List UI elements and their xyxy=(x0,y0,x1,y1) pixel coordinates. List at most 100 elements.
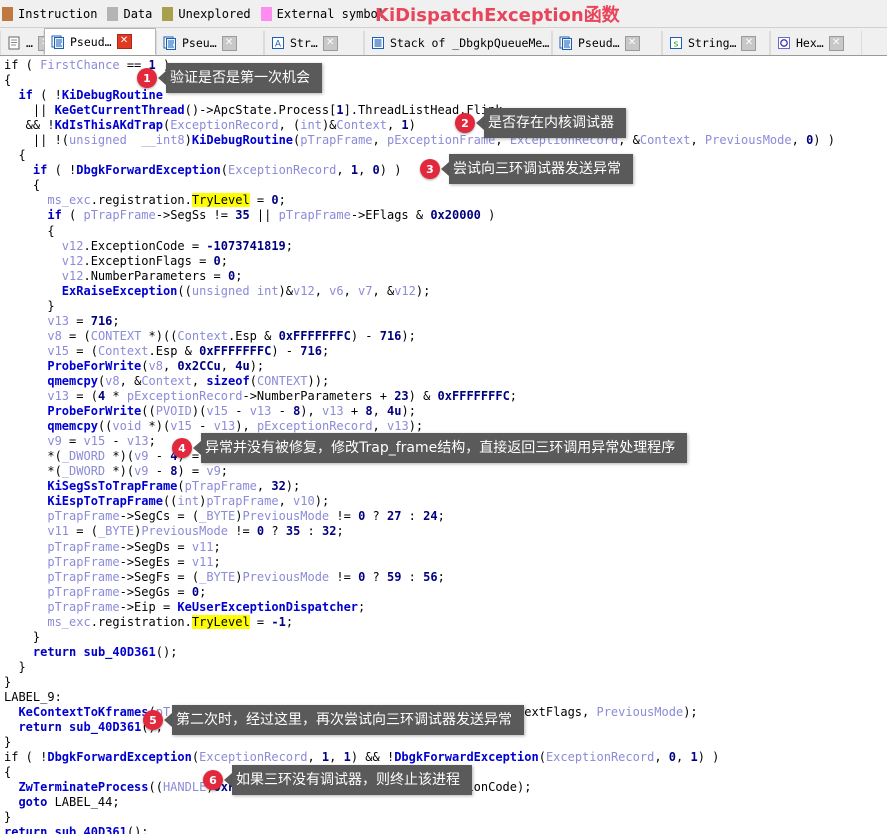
page-title: KiDispatchException函数 xyxy=(375,5,620,26)
callout-number-badge: 4 xyxy=(172,438,192,458)
callout-number-badge: 5 xyxy=(143,710,163,730)
code-line[interactable]: v13 = (4 * pExceptionRecord->NumberParam… xyxy=(0,389,887,404)
code-line[interactable]: } xyxy=(0,675,887,690)
legend-item-external-symbol: External symbol xyxy=(260,6,385,21)
tab-1[interactable]: Pseud… ✕ xyxy=(44,28,156,55)
code-line[interactable]: KiEspToTrapFrame((int)pTrapFrame, v10); xyxy=(0,494,887,509)
code-line[interactable]: v13 = 716; xyxy=(0,314,887,329)
code-line[interactable]: v15 = (Context.Esp & 0xFFFFFFFC) - 716; xyxy=(0,344,887,359)
annotation-callout-2: 2 是否存在内核调试器 xyxy=(455,108,626,138)
strings-icon: A xyxy=(271,36,285,50)
code-line[interactable]: v11 = (_BYTE)PreviousMode != 0 ? 35 : 32… xyxy=(0,524,887,539)
pseudocode-icon xyxy=(163,36,177,50)
code-line[interactable]: ProbeForWrite(v8, 0x2CCu, 4u); xyxy=(0,359,887,374)
close-icon[interactable]: ✕ xyxy=(221,35,237,51)
code-line[interactable]: qmemcpy(v8, &Context, sizeof(CONTEXT)); xyxy=(0,374,887,389)
data-color-swatch xyxy=(107,6,119,21)
code-line[interactable]: ProbeForWrite((PVOID)(v15 - v13 - 8), v1… xyxy=(0,404,887,419)
code-line[interactable]: } xyxy=(0,299,887,314)
legend-item-instruction: Instruction xyxy=(2,6,98,21)
callout-arrow-icon xyxy=(158,71,166,85)
instruction-color-swatch xyxy=(2,6,13,21)
code-line[interactable]: ms_exc.registration.TryLevel = 0; xyxy=(0,193,887,208)
tab-bar[interactable]: …✕Pseud…✕Pseu…✕AStr…✕Stack of _DbgkpQueu… xyxy=(0,28,887,56)
code-line[interactable]: pTrapFrame->SegEs = v11; xyxy=(0,555,887,570)
callout-text: 异常并没有被修复，修改Trap_frame结构，直接返回三环调用异常处理程序 xyxy=(201,433,688,463)
tab-4[interactable]: Stack of _DbgkpQueueMe…✕ xyxy=(364,31,570,55)
code-line[interactable]: *(_DWORD *)(v9 - 8) = v9; xyxy=(0,464,887,479)
svg-text:A: A xyxy=(275,40,282,50)
code-line[interactable]: || !(unsigned __int8)KiDebugRoutine(pTra… xyxy=(0,133,887,148)
code-line[interactable]: goto LABEL_44; xyxy=(0,795,887,810)
legend-item-data: Data xyxy=(107,6,153,21)
code-line[interactable]: pTrapFrame->SegDs = v11; xyxy=(0,540,887,555)
close-icon[interactable]: ✕ xyxy=(322,35,338,51)
code-line[interactable]: } xyxy=(0,630,887,645)
code-line[interactable]: { xyxy=(0,73,887,88)
code-line[interactable]: } xyxy=(0,810,887,825)
callout-number-badge: 1 xyxy=(137,68,157,88)
code-line[interactable]: qmemcpy((void *)(v15 - v13), pExceptionR… xyxy=(0,419,887,434)
code-line[interactable]: } xyxy=(0,660,887,675)
code-line[interactable]: v12.ExceptionFlags = 0; xyxy=(0,254,887,269)
tab-7[interactable]: Hex… ✕ xyxy=(770,31,862,55)
callout-number-badge: 2 xyxy=(455,113,475,133)
close-icon[interactable]: ✕ xyxy=(741,35,757,51)
pseudocode-icon xyxy=(559,36,573,50)
tab-2[interactable]: Pseu… ✕ xyxy=(156,31,264,55)
code-line[interactable]: LABEL_9: xyxy=(0,690,887,705)
code-line[interactable]: KiSegSsToTrapFrame(pTrapFrame, 32); xyxy=(0,479,887,494)
code-line[interactable]: pTrapFrame->Eip = KeUserExceptionDispatc… xyxy=(0,600,887,615)
code-line[interactable]: if ( pTrapFrame->SegSs != 35 || pTrapFra… xyxy=(0,208,887,223)
callout-text: 尝试向三环调试器发送异常 xyxy=(449,154,633,184)
callout-text: 验证是否是第一次机会 xyxy=(166,63,322,93)
annotation-callout-1: 1 验证是否是第一次机会 xyxy=(137,63,322,93)
callout-arrow-icon xyxy=(441,162,449,176)
tab-label: Pseu… xyxy=(182,36,217,50)
tab-3[interactable]: A Str… ✕ xyxy=(264,31,364,55)
code-line[interactable]: ExRaiseException((unsigned int)&v12, v6,… xyxy=(0,284,887,299)
callout-text: 如果三环没有调试器，则终止该进程 xyxy=(232,765,472,795)
string-icon: s xyxy=(669,36,683,50)
code-line[interactable]: if ( !DbgkForwardException(ExceptionReco… xyxy=(0,750,887,765)
annotation-callout-3: 3 尝试向三环调试器发送异常 xyxy=(420,154,633,184)
unexplored-color-swatch xyxy=(162,6,174,21)
callout-arrow-icon xyxy=(164,713,172,727)
code-line[interactable]: v12.ExceptionCode = -1073741819; xyxy=(0,239,887,254)
code-line[interactable]: } xyxy=(0,735,887,750)
legend-label: Data xyxy=(123,6,153,21)
stack-icon xyxy=(371,36,385,50)
tab-label: Str… xyxy=(290,36,318,50)
tab-5[interactable]: Pseud… ✕ xyxy=(552,31,662,55)
code-line[interactable]: ms_exc.registration.TryLevel = -1; xyxy=(0,614,887,630)
external-symbol-color-swatch xyxy=(260,6,272,21)
annotation-callout-5: 5 第二次时，经过这里，再次尝试向三环调试器发送异常 xyxy=(143,705,524,735)
code-line[interactable]: && !KdIsThisAKdTrap(ExceptionRecord, (in… xyxy=(0,118,887,133)
code-line[interactable]: v12.NumberParameters = 0; xyxy=(0,269,887,284)
document-icon xyxy=(7,36,21,50)
code-line[interactable]: pTrapFrame->SegCs = (_BYTE)PreviousMode … xyxy=(0,509,887,524)
annotation-callout-6: 6 如果三环没有调试器，则终止该进程 xyxy=(203,765,472,795)
code-line[interactable]: || KeGetCurrentThread()->ApcState.Proces… xyxy=(0,103,887,118)
tab-6[interactable]: s String… ✕ xyxy=(662,31,770,55)
close-icon[interactable]: ✕ xyxy=(116,34,132,49)
legend-label: Instruction xyxy=(18,6,98,21)
code-line[interactable]: if ( !KiDebugRoutine xyxy=(0,88,887,103)
hexview-icon xyxy=(777,36,791,50)
callout-arrow-icon xyxy=(476,116,484,130)
close-icon[interactable]: ✕ xyxy=(828,35,844,51)
pseudocode-icon xyxy=(51,35,65,49)
code-line[interactable]: return sub_40D361(); xyxy=(0,645,887,660)
tab-0[interactable]: …✕ xyxy=(0,31,53,55)
code-line[interactable]: if ( FirstChance == 1 ) xyxy=(0,58,887,73)
legend-item-unexplored: Unexplored xyxy=(162,6,251,21)
code-line[interactable]: pTrapFrame->SegFs = (_BYTE)PreviousMode … xyxy=(0,570,887,585)
callout-number-badge: 3 xyxy=(420,159,440,179)
tab-label: Pseud… xyxy=(578,36,620,50)
code-line[interactable]: return sub_40D361(); xyxy=(0,825,887,834)
callout-number-badge: 6 xyxy=(203,770,223,790)
code-line[interactable]: v8 = (CONTEXT *)((Context.Esp & 0xFFFFFF… xyxy=(0,329,887,344)
code-line[interactable]: pTrapFrame->SegGs = 0; xyxy=(0,585,887,600)
close-icon[interactable]: ✕ xyxy=(624,35,640,51)
code-line[interactable]: { xyxy=(0,224,887,239)
